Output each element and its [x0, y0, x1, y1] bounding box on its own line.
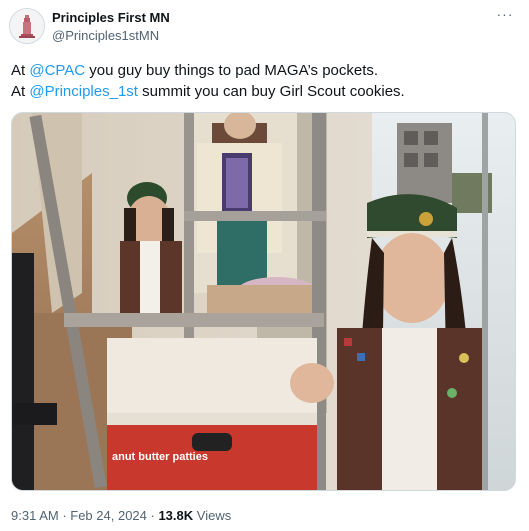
author-avatar[interactable] [9, 8, 45, 44]
tweet-photo[interactable]: anut butter patties [11, 112, 516, 491]
tweet-time[interactable]: 9:31 AM [11, 508, 59, 523]
author-display-name[interactable]: Principles First MN [52, 10, 170, 26]
more-horizontal-icon: ··· [496, 6, 514, 22]
tweet-card: Principles First MN @Principles1stMN ···… [0, 0, 529, 531]
more-options-button[interactable]: ··· [495, 7, 515, 23]
tweet-text-line-1: At @CPAC you guy buy things to pad MAGA’… [11, 60, 516, 81]
mention-cpac-link[interactable]: @CPAC [29, 62, 85, 79]
author-handle[interactable]: @Principles1stMN [52, 28, 159, 44]
views-count: 13.8K [158, 508, 194, 523]
text-fragment: At [11, 62, 30, 79]
girl-scout-photo: anut butter patties [12, 113, 515, 490]
text-fragment: you guy buy things to pad MAGA’s pockets… [85, 62, 379, 79]
tweet-date[interactable]: Feb 24, 2024 [70, 508, 147, 523]
tweet-meta: 9:31 AM · Feb 24, 2024 · 13.8K Views [11, 508, 231, 524]
mention-principles-link[interactable]: @Principles_1st [29, 83, 138, 100]
text-fragment: summit you can buy Girl Scout cookies. [137, 83, 405, 100]
meta-separator: · [58, 508, 71, 523]
text-fragment: At [11, 83, 30, 100]
tweet-text: At @CPAC you guy buy things to pad MAGA’… [11, 60, 516, 102]
monument-icon [10, 9, 44, 43]
views-label: Views [196, 508, 232, 523]
cookie-box-label: anut butter patties [112, 451, 208, 463]
tweet-text-line-2: At @Principles_1st summit you can buy Gi… [11, 81, 516, 102]
meta-separator: · [146, 508, 159, 523]
